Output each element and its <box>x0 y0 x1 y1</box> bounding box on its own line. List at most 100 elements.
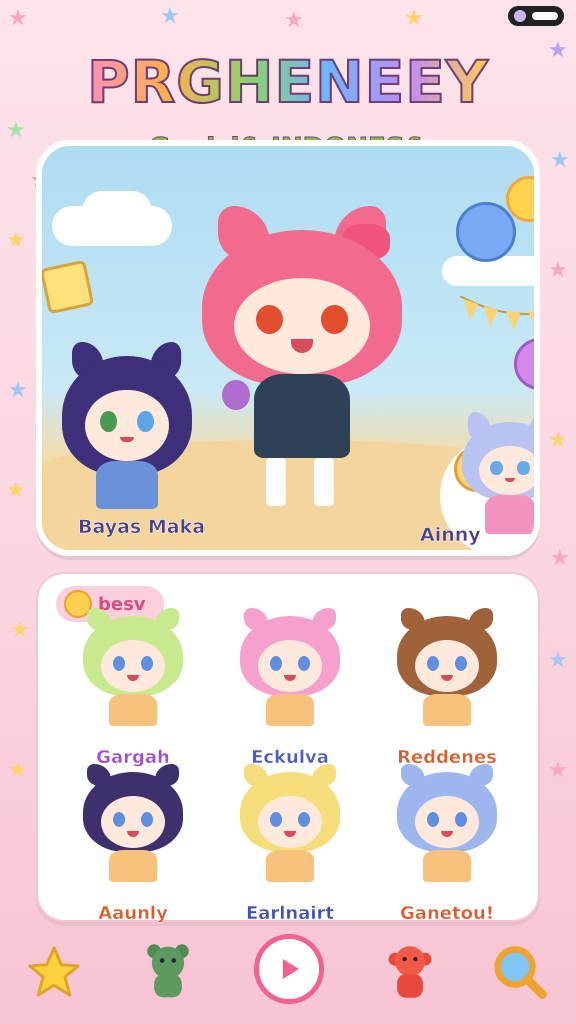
character-label-bayas: Bayas Maka <box>78 516 206 539</box>
battery-icon <box>532 12 558 20</box>
character-leg <box>314 458 334 506</box>
character-roster-panel: besv Gargah Eckulva Reddenes Aaunly Earlnair… <box>36 572 540 924</box>
magnifier-icon <box>494 946 547 999</box>
game-title: PRGHENEEY <box>86 47 489 117</box>
character-body <box>266 850 314 882</box>
star-decoration: ★ <box>284 8 304 33</box>
star-decoration: ★ <box>10 618 30 643</box>
character-face <box>415 640 479 692</box>
character-eye <box>270 656 282 671</box>
monkey-icon <box>388 946 432 998</box>
character-eye <box>141 812 153 827</box>
character-eye <box>113 656 125 671</box>
character-name: Ganetou! <box>400 903 494 924</box>
character-card[interactable]: Aaunly <box>58 764 208 924</box>
star-button[interactable] <box>22 940 86 1004</box>
star-decoration: ★ <box>548 648 568 673</box>
character-face <box>258 640 322 692</box>
play-button[interactable] <box>254 934 324 1004</box>
character-eye <box>136 411 154 433</box>
star-decoration: ★ <box>6 228 26 253</box>
character-card[interactable]: Reddenes <box>372 608 522 768</box>
character-eye <box>270 812 282 827</box>
character-eye <box>141 656 153 671</box>
character-card[interactable]: Ganetou! <box>372 764 522 924</box>
character-face <box>415 796 479 848</box>
character-eye <box>427 812 439 827</box>
character-mouth <box>284 831 296 837</box>
play-icon <box>282 959 299 979</box>
character-ainny[interactable] <box>462 412 534 542</box>
character-mouth <box>441 831 453 837</box>
star-icon <box>28 946 80 997</box>
star-decoration: ★ <box>8 6 28 31</box>
star-decoration: ★ <box>6 478 26 503</box>
star-decoration: ★ <box>548 758 568 783</box>
character-card[interactable]: Earlnairt <box>215 764 365 924</box>
character-card[interactable]: Eckulva <box>215 608 365 768</box>
hero-scene: Cuduo Ihiar Bayas Maka Ainny <box>36 140 540 556</box>
moon-icon <box>514 10 526 22</box>
character-face <box>479 445 534 496</box>
character-portrait <box>83 608 183 728</box>
character-eye <box>427 656 439 671</box>
character-mouth <box>505 478 515 483</box>
character-body <box>109 850 157 882</box>
character-body <box>423 694 471 726</box>
monkey-button[interactable] <box>378 940 442 1004</box>
character-eye <box>298 656 310 671</box>
cloud-decoration <box>82 191 152 231</box>
character-eye <box>455 656 467 671</box>
character-face <box>85 389 169 461</box>
character-mouth <box>127 831 139 837</box>
star-decoration: ★ <box>550 546 570 571</box>
star-decoration: ★ <box>548 428 568 453</box>
character-eye <box>298 812 310 827</box>
character-portrait <box>240 608 340 728</box>
character-mouth <box>291 339 313 353</box>
status-indicator <box>508 6 564 26</box>
character-mouth <box>284 675 296 681</box>
character-body <box>109 694 157 726</box>
kite-icon <box>42 259 95 315</box>
character-face <box>258 796 322 848</box>
character-face <box>234 278 370 374</box>
character-portrait <box>83 764 183 884</box>
star-decoration: ★ <box>404 6 424 31</box>
character-label-ainny: Ainny <box>420 524 481 547</box>
balloon-icon <box>456 202 516 262</box>
bear-icon <box>147 944 189 998</box>
character-portrait <box>397 764 497 884</box>
character-eye <box>490 460 503 476</box>
star-decoration: ★ <box>8 758 28 783</box>
star-decoration: ★ <box>8 378 28 403</box>
character-body <box>485 495 534 535</box>
bear-button[interactable] <box>136 940 200 1004</box>
bunting-decoration <box>460 296 534 330</box>
character-leg <box>266 458 286 506</box>
character-eye <box>321 304 349 334</box>
character-portrait <box>240 764 340 884</box>
balloon-icon <box>514 338 534 390</box>
character-eye <box>113 812 125 827</box>
star-decoration: ★ <box>548 258 568 283</box>
character-card[interactable]: Gargah <box>58 608 208 768</box>
star-decoration: ★ <box>160 4 180 29</box>
character-bayas[interactable] <box>62 342 192 512</box>
character-eye <box>517 460 530 476</box>
search-button[interactable] <box>488 940 552 1004</box>
character-mouth <box>127 675 139 681</box>
character-mouth <box>120 436 134 443</box>
character-portrait <box>397 608 497 728</box>
character-body <box>95 461 159 509</box>
candy-icon <box>222 380 250 410</box>
character-name: Aaunly <box>98 903 168 924</box>
character-mouth <box>441 675 453 681</box>
character-eye <box>255 304 283 334</box>
character-eye <box>100 411 117 433</box>
character-face <box>101 796 165 848</box>
character-main[interactable] <box>202 206 402 506</box>
character-face <box>101 640 165 692</box>
character-body <box>254 374 350 458</box>
bottom-navigation <box>0 928 576 1024</box>
